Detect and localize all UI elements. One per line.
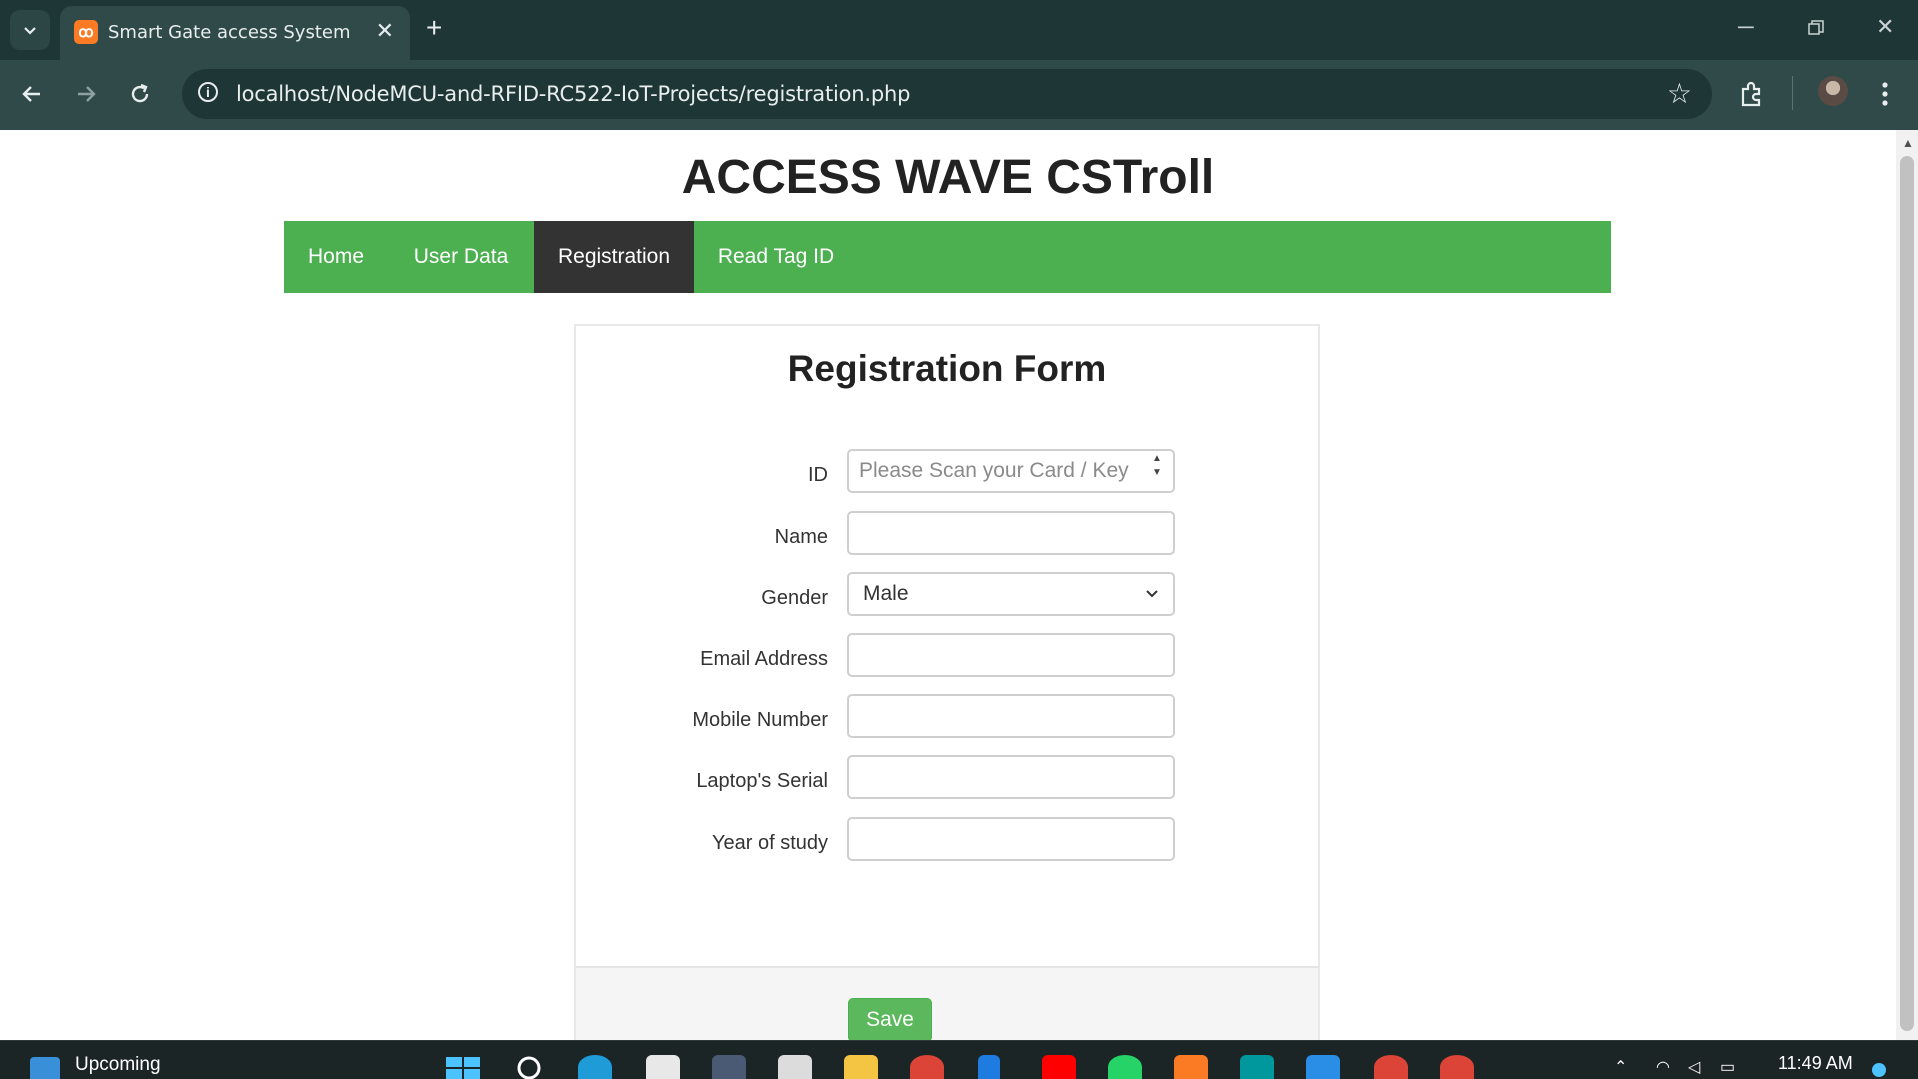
arrow-left-icon[interactable] [20, 82, 44, 106]
search-icon[interactable] [516, 1055, 544, 1079]
nav-read-tag-id[interactable]: Read Tag ID [694, 221, 858, 293]
edge-icon[interactable] [578, 1055, 612, 1079]
email-input[interactable] [847, 633, 1175, 677]
arduino-icon[interactable] [1240, 1055, 1274, 1079]
whatsapp-icon[interactable] [1108, 1055, 1142, 1079]
chrome-profile-icon[interactable] [1374, 1055, 1408, 1079]
bluetooth-icon[interactable] [978, 1055, 1000, 1079]
file-explorer-icon[interactable] [844, 1055, 878, 1079]
spinner-down-icon[interactable]: ▼ [1144, 466, 1170, 480]
tray-overflow-icon[interactable]: ⌃ [1614, 1057, 1627, 1077]
xampp-favicon-icon: ꝏ [74, 20, 98, 44]
url-text: localhost/NodeMCU-and-RFID-RC522-IoT-Pro… [236, 82, 911, 106]
battery-icon[interactable]: ▭ [1720, 1057, 1735, 1077]
mobile-input[interactable] [847, 694, 1175, 738]
form-heading: Registration Form [787, 348, 1107, 389]
main-navbar: Home User Data Registration Read Tag ID [284, 221, 1611, 293]
wifi-icon[interactable]: ◠ [1656, 1057, 1670, 1077]
laptop-serial-input[interactable] [847, 755, 1175, 799]
registration-form: Registration Form ID ▲ ▼ Name Gender Mal… [574, 324, 1320, 1040]
arrow-right-icon[interactable] [74, 82, 98, 106]
mobile-label: Mobile Number [692, 709, 828, 731]
restore-icon[interactable] [1808, 20, 1824, 36]
page-scrollbar[interactable]: ▲ [1896, 130, 1918, 1040]
toolbar-divider [1792, 76, 1793, 110]
star-icon[interactable]: ☆ [1667, 77, 1692, 110]
nav-registration[interactable]: Registration [534, 221, 694, 293]
volume-icon[interactable]: ◁ [1688, 1057, 1700, 1077]
scrollbar-thumb[interactable] [1900, 156, 1914, 1031]
id-input[interactable] [847, 449, 1175, 493]
snipping-tool-icon[interactable] [712, 1055, 746, 1079]
nav-user-data[interactable]: User Data [388, 221, 534, 293]
weather-label[interactable]: Upcoming [75, 1054, 161, 1076]
reload-icon[interactable] [128, 82, 152, 106]
kebab-menu-icon[interactable] [1880, 80, 1890, 108]
notification-icon[interactable] [1872, 1063, 1886, 1077]
xampp-icon[interactable] [1174, 1055, 1208, 1079]
minimize-icon[interactable]: ─ [1738, 14, 1754, 40]
laptop-serial-label: Laptop's Serial [696, 770, 828, 792]
address-bar[interactable]: i localhost/NodeMCU-and-RFID-RC522-IoT-P… [182, 69, 1712, 119]
chrome-profile-2-icon[interactable] [1440, 1055, 1474, 1079]
page-viewport: ACCESS WAVE CSTroll Home User Data Regis… [0, 130, 1896, 1040]
window-close-icon[interactable]: ✕ [1876, 14, 1894, 40]
info-icon[interactable]: i [198, 82, 218, 102]
windows-start-icon[interactable] [446, 1057, 480, 1079]
tab-title: Smart Gate access System [108, 22, 351, 43]
calendar-app-icon[interactable] [778, 1055, 812, 1079]
scroll-up-icon[interactable]: ▲ [1902, 136, 1914, 150]
close-icon[interactable]: ✕ [376, 20, 394, 42]
id-label: ID [808, 464, 828, 486]
year-of-study-label: Year of study [711, 832, 828, 854]
gender-selected-value: Male [863, 582, 909, 605]
email-label: Email Address [700, 648, 828, 670]
browser-toolbar: i localhost/NodeMCU-and-RFID-RC522-IoT-P… [0, 60, 1918, 130]
year-of-study-input[interactable] [847, 817, 1175, 861]
windows-taskbar: Upcoming ⌃ ◠ ◁ ▭ 11:49 AM [0, 1040, 1918, 1079]
taskbar-clock[interactable]: 11:49 AM [1778, 1053, 1853, 1074]
chevron-down-icon [1146, 590, 1158, 598]
plus-icon[interactable]: + [426, 14, 442, 42]
weather-widget-icon[interactable] [30, 1057, 60, 1079]
vscode-icon[interactable] [1306, 1055, 1340, 1079]
store-icon[interactable] [646, 1055, 680, 1079]
chrome-icon[interactable] [910, 1055, 944, 1079]
avatar[interactable] [1818, 76, 1848, 106]
chevron-down-icon [24, 27, 36, 35]
site-title: ACCESS WAVE CSTroll [681, 151, 1215, 204]
gender-label: Gender [761, 587, 828, 609]
form-actions: Save [576, 966, 1318, 1040]
gender-select[interactable]: Male [847, 572, 1175, 616]
browser-tab-bar: ꝏ Smart Gate access System ✕ + ─ ✕ [0, 0, 1918, 60]
youtube-icon[interactable] [1042, 1055, 1076, 1079]
spinner-up-icon[interactable]: ▲ [1144, 452, 1170, 466]
browser-tab[interactable]: ꝏ Smart Gate access System ✕ [60, 6, 410, 60]
puzzle-icon[interactable] [1738, 80, 1766, 108]
save-button[interactable]: Save [848, 998, 932, 1040]
number-spinner[interactable]: ▲ ▼ [1144, 452, 1170, 490]
name-label: Name [774, 526, 828, 548]
name-input[interactable] [847, 511, 1175, 555]
tab-list-button[interactable] [10, 10, 50, 50]
nav-home[interactable]: Home [284, 221, 388, 293]
